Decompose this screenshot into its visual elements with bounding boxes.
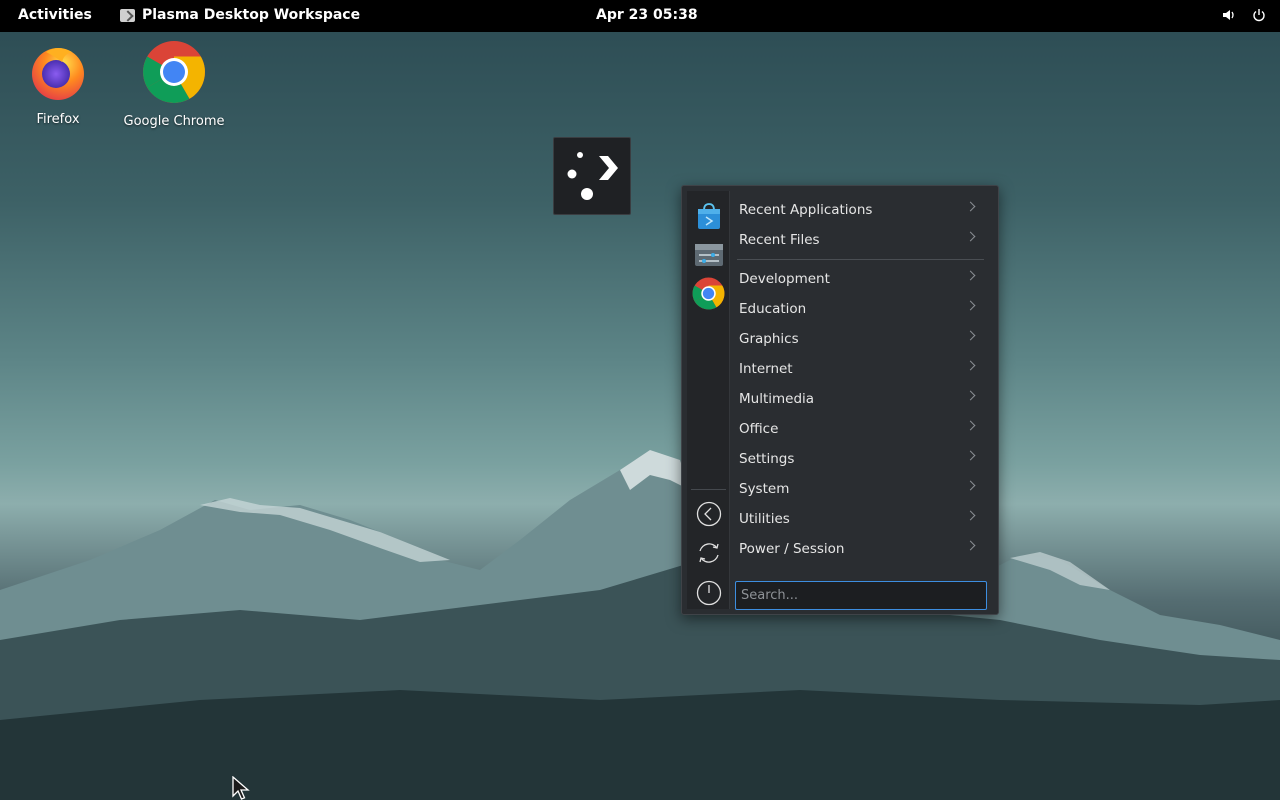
- restart-button[interactable]: [692, 536, 725, 569]
- menu-item-office[interactable]: Office: [732, 414, 984, 444]
- menu-item-multimedia[interactable]: Multimedia: [732, 384, 984, 414]
- menu-item-label: Office: [739, 421, 779, 437]
- menu-item-label: Internet: [739, 361, 793, 377]
- back-button[interactable]: [692, 497, 725, 530]
- chevron-right-icon: [965, 201, 976, 212]
- desktop-icon-firefox[interactable]: Firefox: [3, 42, 113, 127]
- menu-separator: [737, 259, 984, 260]
- software-store-icon: [697, 202, 720, 229]
- shutdown-button[interactable]: [692, 576, 725, 609]
- favorite-software-store[interactable]: [692, 199, 725, 232]
- desktop-icon-label: Google Chrome: [123, 114, 225, 129]
- chevron-right-icon: [965, 300, 976, 311]
- desktop-icon-label: Firefox: [36, 112, 80, 127]
- plasma-app-icon: [120, 8, 135, 22]
- desktop-icon-chrome[interactable]: Google Chrome: [119, 40, 229, 129]
- menu-item-power-session[interactable]: Power / Session: [732, 534, 984, 564]
- chevron-right-icon: [965, 420, 976, 431]
- chevron-right-icon: [965, 450, 976, 461]
- active-app-indicator[interactable]: Plasma Desktop Workspace: [120, 7, 360, 23]
- menu-item-utilities[interactable]: Utilities: [732, 504, 984, 534]
- chevron-right-icon: [965, 510, 976, 521]
- chevron-right-icon: [965, 330, 976, 341]
- menu-item-settings[interactable]: Settings: [732, 444, 984, 474]
- sidebar-separator: [691, 489, 726, 490]
- chevron-right-icon: [965, 480, 976, 491]
- menu-item-label: Multimedia: [739, 391, 815, 407]
- menu-item-internet[interactable]: Internet: [732, 354, 984, 384]
- menu-item-development[interactable]: Development: [732, 264, 984, 294]
- chevron-right-icon: [965, 540, 976, 551]
- menu-item-graphics[interactable]: Graphics: [732, 324, 984, 354]
- menu-item-label: Power / Session: [739, 541, 845, 557]
- chrome-icon: [692, 277, 725, 310]
- active-app-name: Plasma Desktop Workspace: [142, 7, 361, 23]
- power-icon[interactable]: [1252, 8, 1266, 22]
- menu-item-system[interactable]: System: [732, 474, 984, 504]
- chevron-right-icon: [965, 360, 976, 371]
- volume-icon[interactable]: [1222, 8, 1236, 22]
- plasma-logo-icon: [567, 152, 618, 200]
- menu-item-label: Utilities: [739, 511, 790, 527]
- chevron-right-icon: [965, 390, 976, 401]
- menu-item-label: Recent Applications: [739, 202, 873, 218]
- clock[interactable]: Apr 23 05:38: [596, 7, 698, 23]
- menu-item-label: Education: [739, 301, 807, 317]
- menu-item-recent-files[interactable]: Recent Files: [732, 225, 984, 255]
- search-input[interactable]: [735, 581, 987, 610]
- chrome-icon: [143, 41, 205, 103]
- menu-item-label: Recent Files: [739, 232, 820, 248]
- chevron-right-icon: [965, 231, 976, 242]
- application-launcher-button[interactable]: [553, 137, 631, 215]
- favorite-system-settings[interactable]: [692, 238, 725, 271]
- application-menu: Recent Applications Recent Files Develop…: [681, 185, 999, 615]
- menu-item-label: System: [739, 481, 790, 497]
- refresh-icon: [698, 542, 719, 563]
- top-bar: Activities Plasma Desktop Workspace Apr …: [0, 0, 1280, 32]
- favorite-google-chrome[interactable]: [692, 277, 725, 310]
- menu-sidebar: [687, 191, 730, 609]
- activities-button[interactable]: Activities: [18, 7, 92, 23]
- chevron-right-icon: [965, 270, 976, 281]
- menu-item-label: Development: [739, 271, 830, 287]
- power-icon: [696, 580, 721, 605]
- mouse-cursor-icon: [232, 776, 250, 800]
- firefox-icon: [32, 48, 84, 100]
- menu-item-label: Graphics: [739, 331, 799, 347]
- menu-item-label: Settings: [739, 451, 795, 467]
- menu-item-education[interactable]: Education: [732, 294, 984, 324]
- back-icon: [696, 501, 721, 526]
- system-settings-icon: [694, 243, 723, 266]
- system-tray[interactable]: [1222, 8, 1266, 22]
- menu-item-recent-applications[interactable]: Recent Applications: [732, 195, 984, 225]
